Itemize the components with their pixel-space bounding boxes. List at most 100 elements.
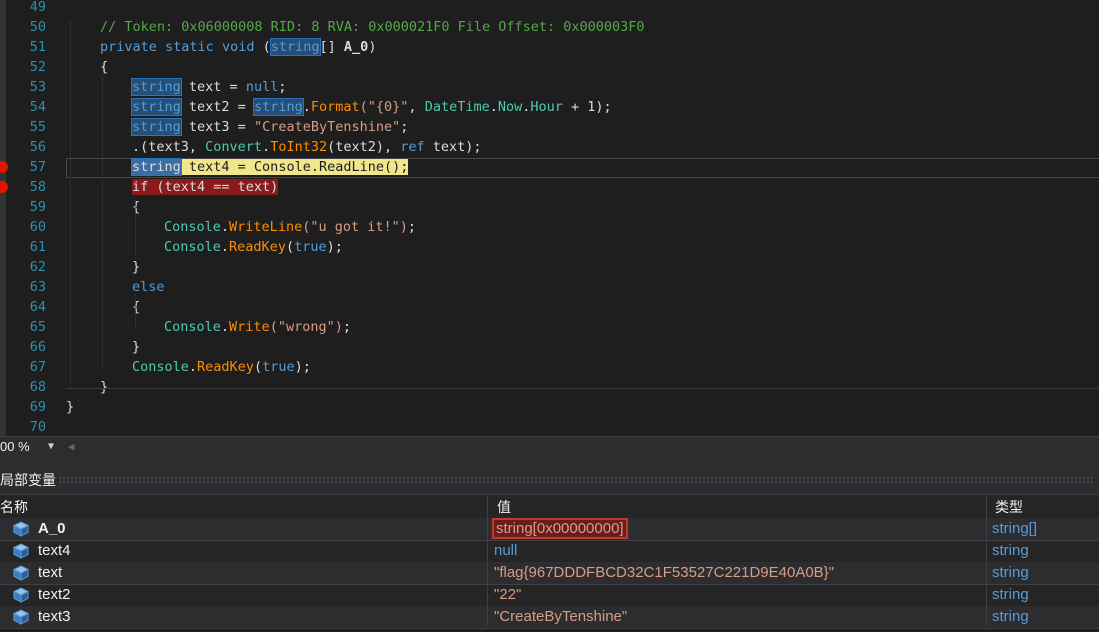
code-line[interactable]: 70 — [0, 417, 1099, 436]
code-token: ( — [285, 239, 295, 255]
code-text[interactable]: private static void (string[] A_0) — [100, 37, 376, 57]
code-line[interactable]: 52 { — [0, 57, 1099, 77]
code-line[interactable]: 69} — [0, 397, 1099, 417]
variable-value[interactable]: string[0x00000000] — [492, 518, 628, 540]
variable-value[interactable]: "CreateByTenshine" — [494, 606, 627, 628]
line-number: 68 — [29, 379, 46, 395]
code-token: Format — [310, 99, 360, 115]
code-text[interactable]: string text2 = string.Format("{0}", Date… — [131, 97, 612, 117]
code-line[interactable]: 49 — [0, 0, 1099, 17]
locals-panel-title: 局部变量 — [0, 472, 56, 488]
zoom-level[interactable]: 00 % — [0, 437, 30, 456]
variable-name: text2 — [38, 586, 71, 603]
code-line[interactable]: 58 if (text4 == text) — [0, 177, 1099, 197]
code-token: ); — [294, 359, 311, 375]
code-line[interactable]: 65 Console.Write("wrong"); — [0, 317, 1099, 337]
code-token: ("u got it!") — [302, 219, 408, 235]
code-line[interactable]: 51 private static void (string[] A_0) — [0, 37, 1099, 57]
code-line[interactable]: 55 string text3 = "CreateByTenshine"; — [0, 117, 1099, 137]
code-token: ); — [326, 239, 343, 255]
variable-value[interactable]: null — [494, 540, 517, 562]
variable-value[interactable]: "flag{967DDDFBCD32C1F53527C221D9E40A0B}" — [494, 562, 834, 584]
column-header-type[interactable]: 类型 — [995, 495, 1023, 519]
column-header-value[interactable]: 值 — [497, 495, 511, 519]
code-token: . — [489, 99, 498, 115]
code-text[interactable]: Console.ReadKey(true); — [132, 357, 311, 377]
line-number: 67 — [29, 359, 46, 375]
code-text[interactable]: { — [132, 297, 140, 317]
chevron-down-icon[interactable]: ▼ — [44, 437, 58, 456]
code-text[interactable]: string text = null; — [131, 77, 286, 97]
field-icon — [12, 587, 30, 603]
code-text[interactable]: Console.ReadKey(true); — [164, 237, 343, 257]
code-token: , — [408, 99, 425, 115]
code-line[interactable]: 59 { — [0, 197, 1099, 217]
column-divider[interactable] — [986, 494, 987, 626]
panel-drag-grip[interactable] — [58, 476, 1095, 484]
code-line[interactable]: 56 .(text3, Convert.ToInt32(text2), ref t… — [0, 137, 1099, 157]
variable-name: text4 — [38, 542, 71, 559]
code-line[interactable]: 66} — [0, 337, 1099, 357]
code-token: true — [294, 239, 327, 255]
locals-row[interactable]: text2 "22" string — [0, 584, 1099, 607]
code-text[interactable]: string text4 = Console.ReadLine(); — [131, 157, 409, 177]
column-divider[interactable] — [487, 494, 488, 626]
code-text[interactable]: } — [132, 257, 140, 277]
line-number: 52 — [29, 59, 46, 75]
code-token: . — [302, 99, 311, 115]
variable-name: A_0 — [38, 520, 66, 537]
code-token: } — [66, 399, 75, 415]
code-text[interactable]: } — [66, 397, 74, 417]
code-editor[interactable]: 49 50 // Token: 0x06000008 RID: 8 RVA: 0x0… — [0, 0, 1099, 436]
code-token: [] — [319, 39, 344, 55]
line-number: 66 — [29, 339, 46, 355]
locals-row[interactable]: text4 null string — [0, 540, 1099, 563]
code-token: Hour — [530, 99, 563, 115]
code-text[interactable]: } — [132, 337, 140, 357]
code-text[interactable]: Console.Write("wrong"); — [164, 317, 351, 337]
code-token: Convert — [205, 139, 263, 155]
code-line[interactable]: 57 string text4 = Console.ReadLine(); — [0, 157, 1099, 178]
variable-value[interactable]: "22" — [494, 584, 521, 606]
scroll-left-icon[interactable]: ◀ — [64, 437, 78, 456]
code-line[interactable]: 63 else — [0, 277, 1099, 297]
code-line[interactable]: 64 { — [0, 297, 1099, 317]
code-text[interactable]: // Token: 0x06000008 RID: 8 RVA: 0x00002… — [100, 17, 645, 37]
code-text[interactable]: if (text4 == text) — [132, 177, 279, 197]
code-line[interactable]: 54 string text2 = string.Format("{0}", Da… — [0, 97, 1099, 117]
code-text[interactable]: string text3 = "CreateByTenshine"; — [131, 117, 408, 137]
code-line[interactable]: 53 string text = null; — [0, 77, 1099, 97]
code-line[interactable]: 62} — [0, 257, 1099, 277]
locals-row[interactable]: A_0 string[0x00000000] string[] — [0, 518, 1099, 541]
code-line[interactable]: 60 Console.WriteLine("u got it!"); — [0, 217, 1099, 237]
locals-row[interactable]: text "flag{967DDDFBCD32C1F53527C221D9E40A… — [0, 562, 1099, 585]
code-text[interactable]: } — [100, 377, 108, 397]
code-token: Console — [164, 319, 221, 335]
code-token: static — [165, 39, 214, 55]
breakpoint-statement: if (text4 == text) — [132, 179, 279, 195]
method-end-separator — [66, 388, 1099, 389]
breakpoint-icon[interactable] — [0, 181, 8, 193]
breakpoint-icon[interactable] — [0, 161, 8, 173]
code-token: string — [252, 98, 304, 116]
code-text[interactable]: Console.WriteLine("u got it!"); — [164, 217, 416, 237]
code-text[interactable]: .(text3, Convert.ToInt32(text2), ref tex… — [132, 137, 482, 157]
code-line[interactable]: 67 Console.ReadKey(true); — [0, 357, 1099, 377]
code-token: . — [188, 359, 198, 375]
code-line[interactable]: 50 // Token: 0x06000008 RID: 8 RVA: 0x000… — [0, 17, 1099, 37]
code-text[interactable]: { — [100, 57, 108, 77]
indent-guide — [135, 295, 136, 330]
code-line[interactable]: 68} — [0, 377, 1099, 397]
code-line[interactable]: 61 Console.ReadKey(true); — [0, 237, 1099, 257]
code-token: text2 = — [180, 99, 254, 115]
code-text[interactable]: else — [132, 277, 165, 297]
code-token: { — [132, 299, 141, 315]
code-token: string — [269, 38, 321, 56]
code-token: string — [131, 98, 182, 116]
column-header-name[interactable]: 名称 — [0, 495, 28, 519]
code-token: ; — [407, 219, 417, 235]
code-token: } — [100, 379, 109, 395]
code-text[interactable]: { — [132, 197, 140, 217]
code-token: ) — [368, 39, 377, 55]
